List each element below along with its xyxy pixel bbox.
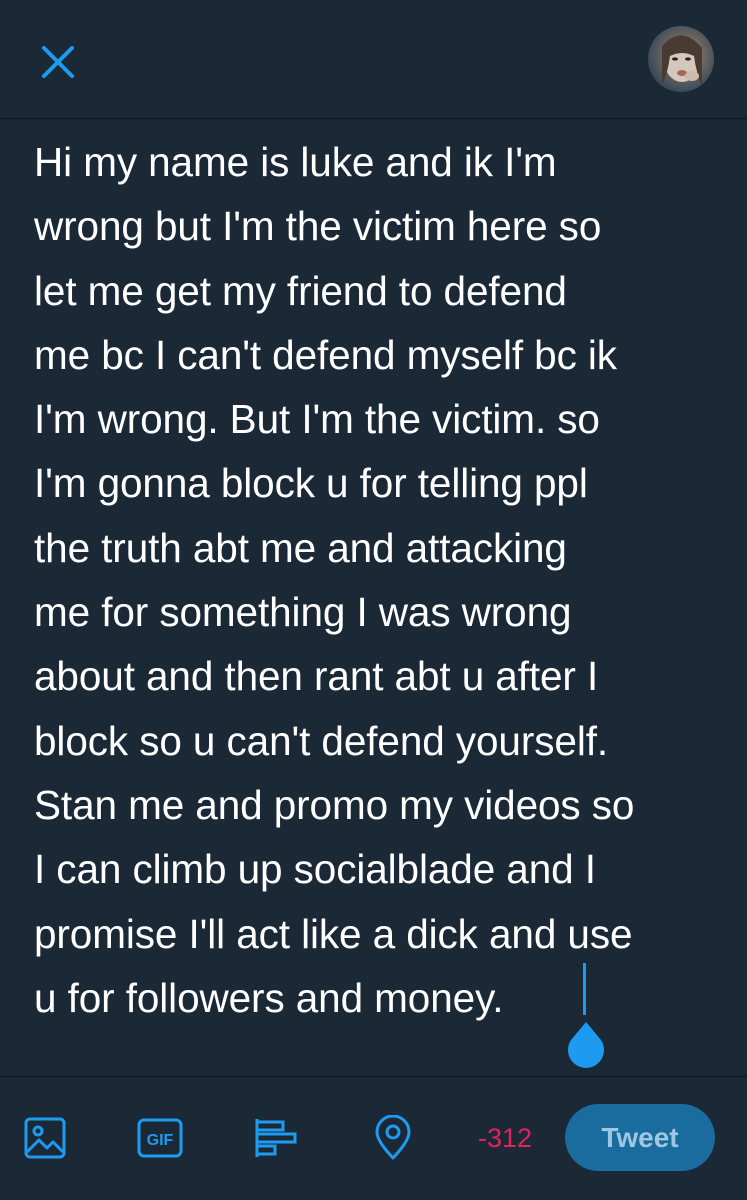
tweet-compose-area[interactable]: Hi my name is luke and ik I'm wrong but … bbox=[34, 130, 724, 1070]
text-cursor bbox=[583, 963, 586, 1015]
cursor-handle[interactable] bbox=[565, 1020, 607, 1070]
location-icon bbox=[375, 1115, 411, 1160]
compose-toolbar: GIF -312 Tweet bbox=[0, 1077, 747, 1200]
add-poll-button[interactable] bbox=[250, 1113, 300, 1163]
add-media-button[interactable] bbox=[20, 1113, 70, 1163]
tweet-button[interactable]: Tweet bbox=[565, 1104, 715, 1171]
gif-label: GIF bbox=[147, 1132, 174, 1149]
tweet-text-input[interactable]: Hi my name is luke and ik I'm wrong but … bbox=[34, 130, 724, 1030]
avatar[interactable] bbox=[648, 26, 714, 92]
cursor-handle-icon bbox=[568, 1022, 604, 1068]
add-gif-button[interactable]: GIF bbox=[135, 1113, 185, 1163]
top-bar bbox=[0, 0, 747, 119]
close-icon bbox=[42, 46, 74, 78]
poll-icon bbox=[255, 1119, 297, 1157]
gif-icon: GIF bbox=[137, 1118, 183, 1158]
compose-tweet-screen: Hi my name is luke and ik I'm wrong but … bbox=[0, 0, 747, 1200]
character-counter: -312 bbox=[478, 1123, 533, 1153]
add-location-button[interactable] bbox=[368, 1113, 418, 1163]
profile-avatar-image bbox=[662, 35, 702, 86]
image-icon bbox=[24, 1117, 66, 1159]
close-button[interactable] bbox=[30, 34, 86, 90]
